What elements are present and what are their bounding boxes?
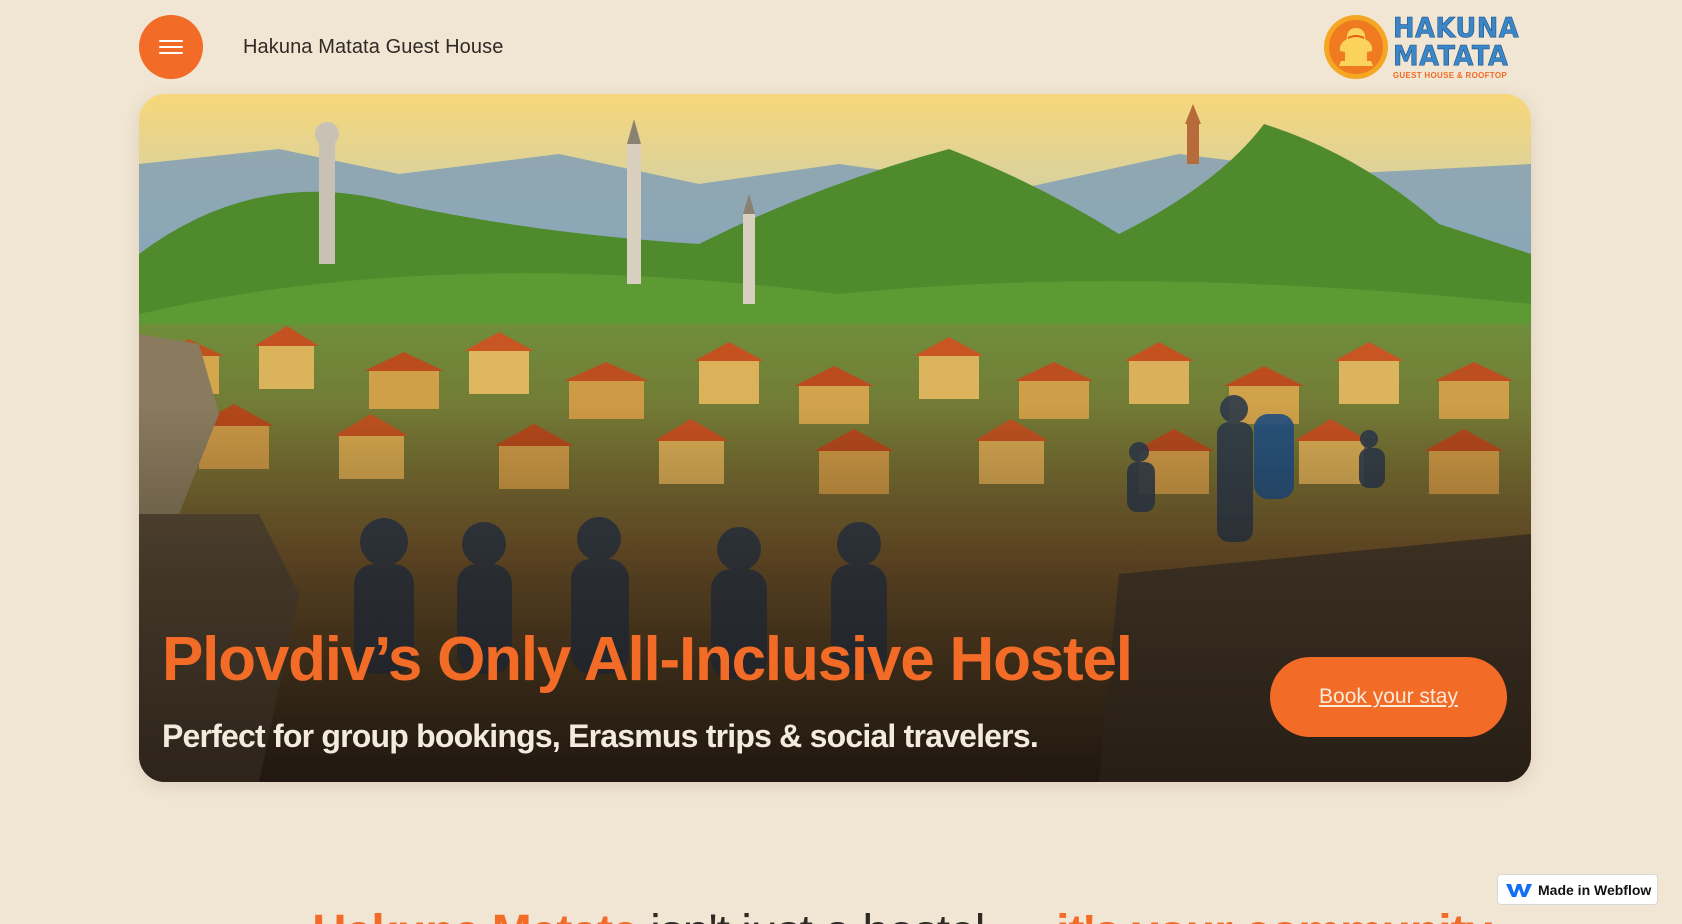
logo-tagline: GUEST HOUSE & ROOFTOP [1392,71,1508,80]
brand-logo[interactable]: HAKUNA MATATA GUEST HOUSE & ROOFTOP [1321,11,1530,80]
page: Hakuna Matata Guest House HAKUNA MATATA … [0,0,1682,924]
book-your-stay-button[interactable]: Book your stay [1270,657,1507,737]
section-heading-accent-2: it's your community [1056,906,1492,924]
webflow-icon [1506,883,1532,897]
hamburger-icon [159,40,183,54]
hero-banner: Plovdiv’s Only All-Inclusive Hostel Perf… [139,94,1531,782]
hero-headline: Plovdiv’s Only All-Inclusive Hostel [162,625,1133,694]
hero-subline: Perfect for group bookings, Erasmus trip… [162,718,1039,754]
section-heading-middle: isn't just a hostel — [638,906,1056,924]
made-in-webflow-badge[interactable]: Made in Webflow [1497,874,1658,905]
logo-wordmark-line1: HAKUNA [1392,11,1520,44]
section-heading-accent: Hakuna Matata [312,906,639,924]
site-header: Hakuna Matata Guest House HAKUNA MATATA … [139,11,1530,80]
logo-wordmark-line2: MATATA [1392,39,1509,72]
webflow-badge-label: Made in Webflow [1538,881,1652,898]
sun-figure-logo-icon [1323,15,1388,79]
site-title[interactable]: Hakuna Matata Guest House [243,36,503,59]
menu-button[interactable] [139,15,203,79]
section-heading: Hakuna Matata isn't just a hostel — it's… [312,905,1492,924]
